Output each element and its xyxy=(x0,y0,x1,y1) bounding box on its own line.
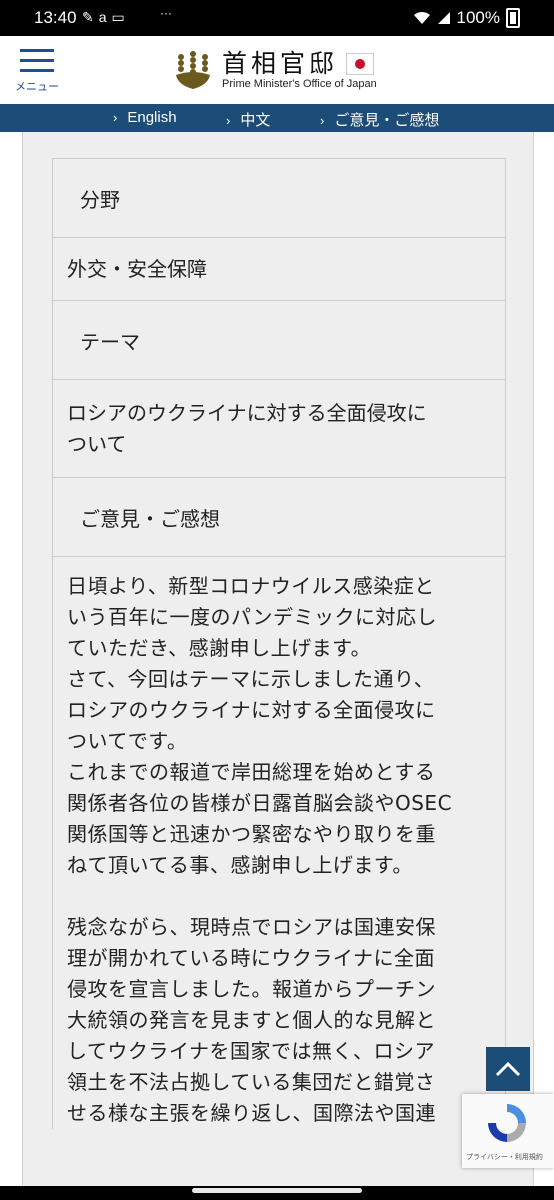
site-header: メニュー 首相官邸 Prime Minister's Office of Jap… xyxy=(0,36,554,104)
comment-body: 日頃より、新型コロナウイルス感染症と いう百年に一度のパンデミックに対応し てい… xyxy=(53,557,505,1129)
comment-line: これまでの報道で岸田総理を始めとする xyxy=(67,760,436,784)
comment-line: ロシアのウクライナに対する全面侵攻に xyxy=(67,698,436,722)
recaptcha-icon xyxy=(488,1104,526,1142)
chevron-up-icon xyxy=(495,1061,521,1077)
comment-line: 領土を不法占拠している集団だと錯覚さ xyxy=(67,1070,436,1094)
comment-label: ご意見・ご感想 xyxy=(80,506,220,531)
comment-line: 日頃より、新型コロナウイルス感染症と xyxy=(67,574,435,598)
comment-line: さて、今回はテーマに示しました通り、 xyxy=(67,667,435,691)
chevron-right-icon: › xyxy=(226,113,231,128)
logo-subtitle: Prime Minister's Office of Japan xyxy=(222,77,377,90)
content-panel: 分野 外交・安全保障 テーマ ロシアのウクライナに対する全面侵攻に ついて ご意… xyxy=(22,132,534,1200)
chevron-right-icon: › xyxy=(320,113,325,128)
recaptcha-text[interactable]: プライバシー・利用規約 xyxy=(466,1152,543,1162)
comment-label-row: ご意見・ご感想 xyxy=(53,478,505,557)
comment-line: 大統領の発言を見ますと個人的な見解と xyxy=(67,1008,436,1032)
battery-percent: 100% xyxy=(456,8,500,27)
comment-line: 関係者各位の皆様が日露首脳会談やOSEC xyxy=(67,791,453,815)
wifi-icon xyxy=(413,11,430,24)
nav-english-link[interactable]: › English xyxy=(113,109,177,126)
gesture-handle[interactable] xyxy=(192,1188,362,1193)
nav-label: 中文 xyxy=(240,112,271,129)
comment-line: ついてです。 xyxy=(67,729,188,753)
signal-icon xyxy=(437,12,450,24)
feedback-table: 分野 外交・安全保障 テーマ ロシアのウクライナに対する全面侵攻に ついて ご意… xyxy=(52,158,506,1129)
nav-label: ご意見・ご感想 xyxy=(334,112,440,129)
comment-line: ていただき、感謝申し上げます。 xyxy=(67,636,372,660)
menu-button[interactable]: メニュー xyxy=(12,46,62,98)
comment-line: 理が開かれている時にウクライナに全面 xyxy=(67,946,435,970)
theme-label-row: テーマ xyxy=(53,301,505,380)
comment-line: 侵攻を宣言しました。報道からプーチン xyxy=(67,977,436,1001)
status-right: 100% xyxy=(413,8,520,28)
status-time: 13:40 xyxy=(34,8,77,27)
comment-line: ねて頂いてる事、感謝申し上げます。 xyxy=(67,853,413,877)
game-icon: ✎ xyxy=(82,9,99,25)
recaptcha-badge[interactable]: プライバシー・利用規約 xyxy=(462,1094,554,1168)
theme-value-row: ロシアのウクライナに対する全面侵攻に ついて xyxy=(53,380,505,478)
language-nav: › English › 中文 › ご意見・ご感想 xyxy=(0,104,554,132)
scroll-to-top-button[interactable] xyxy=(486,1047,530,1091)
more-notifications-indicator: ··· xyxy=(160,6,172,20)
japan-flag-icon xyxy=(346,52,375,75)
amazon-icon: a xyxy=(98,9,112,25)
nav-chinese-link[interactable]: › 中文 xyxy=(226,109,270,130)
comment-line: 関係国等と迅速かつ緊密なやり取りを重 xyxy=(67,822,436,846)
theme-value-line: ついて xyxy=(67,431,127,456)
field-value-row: 外交・安全保障 xyxy=(53,238,505,301)
comment-blank-line xyxy=(67,881,491,912)
field-label-row: 分野 xyxy=(53,159,505,238)
notification-icons: ✎a▭ xyxy=(82,9,130,26)
paulownia-crest-icon xyxy=(176,51,210,89)
theme-value-line: ロシアのウクライナに対する全面侵攻に xyxy=(67,400,427,425)
chevron-right-icon: › xyxy=(113,110,118,125)
logo-title: 首相官邸 xyxy=(222,48,339,78)
menu-label: メニュー xyxy=(15,80,59,93)
site-logo[interactable]: 首相官邸 Prime Minister's Office of Japan xyxy=(172,48,377,92)
tv-icon: ▭ xyxy=(111,9,130,25)
theme-label: テーマ xyxy=(80,329,140,354)
field-value: 外交・安全保障 xyxy=(67,256,207,281)
battery-icon xyxy=(506,8,520,28)
nav-label: English xyxy=(127,109,177,126)
comment-line: 残念ながら、現時点でロシアは国連安保 xyxy=(67,915,436,939)
comment-line: してウクライナを国家では無く、ロシア xyxy=(67,1039,435,1063)
nav-feedback-link[interactable]: › ご意見・ご感想 xyxy=(320,109,439,130)
status-bar: 13:40 ✎a▭ ··· 100% xyxy=(0,0,554,36)
hamburger-icon xyxy=(12,46,62,72)
comment-line: いう百年に一度のパンデミックに対応し xyxy=(67,605,437,629)
field-label: 分野 xyxy=(80,187,120,212)
comment-line: せる様な主張を繰り返し、国際法や国連 xyxy=(67,1101,436,1125)
